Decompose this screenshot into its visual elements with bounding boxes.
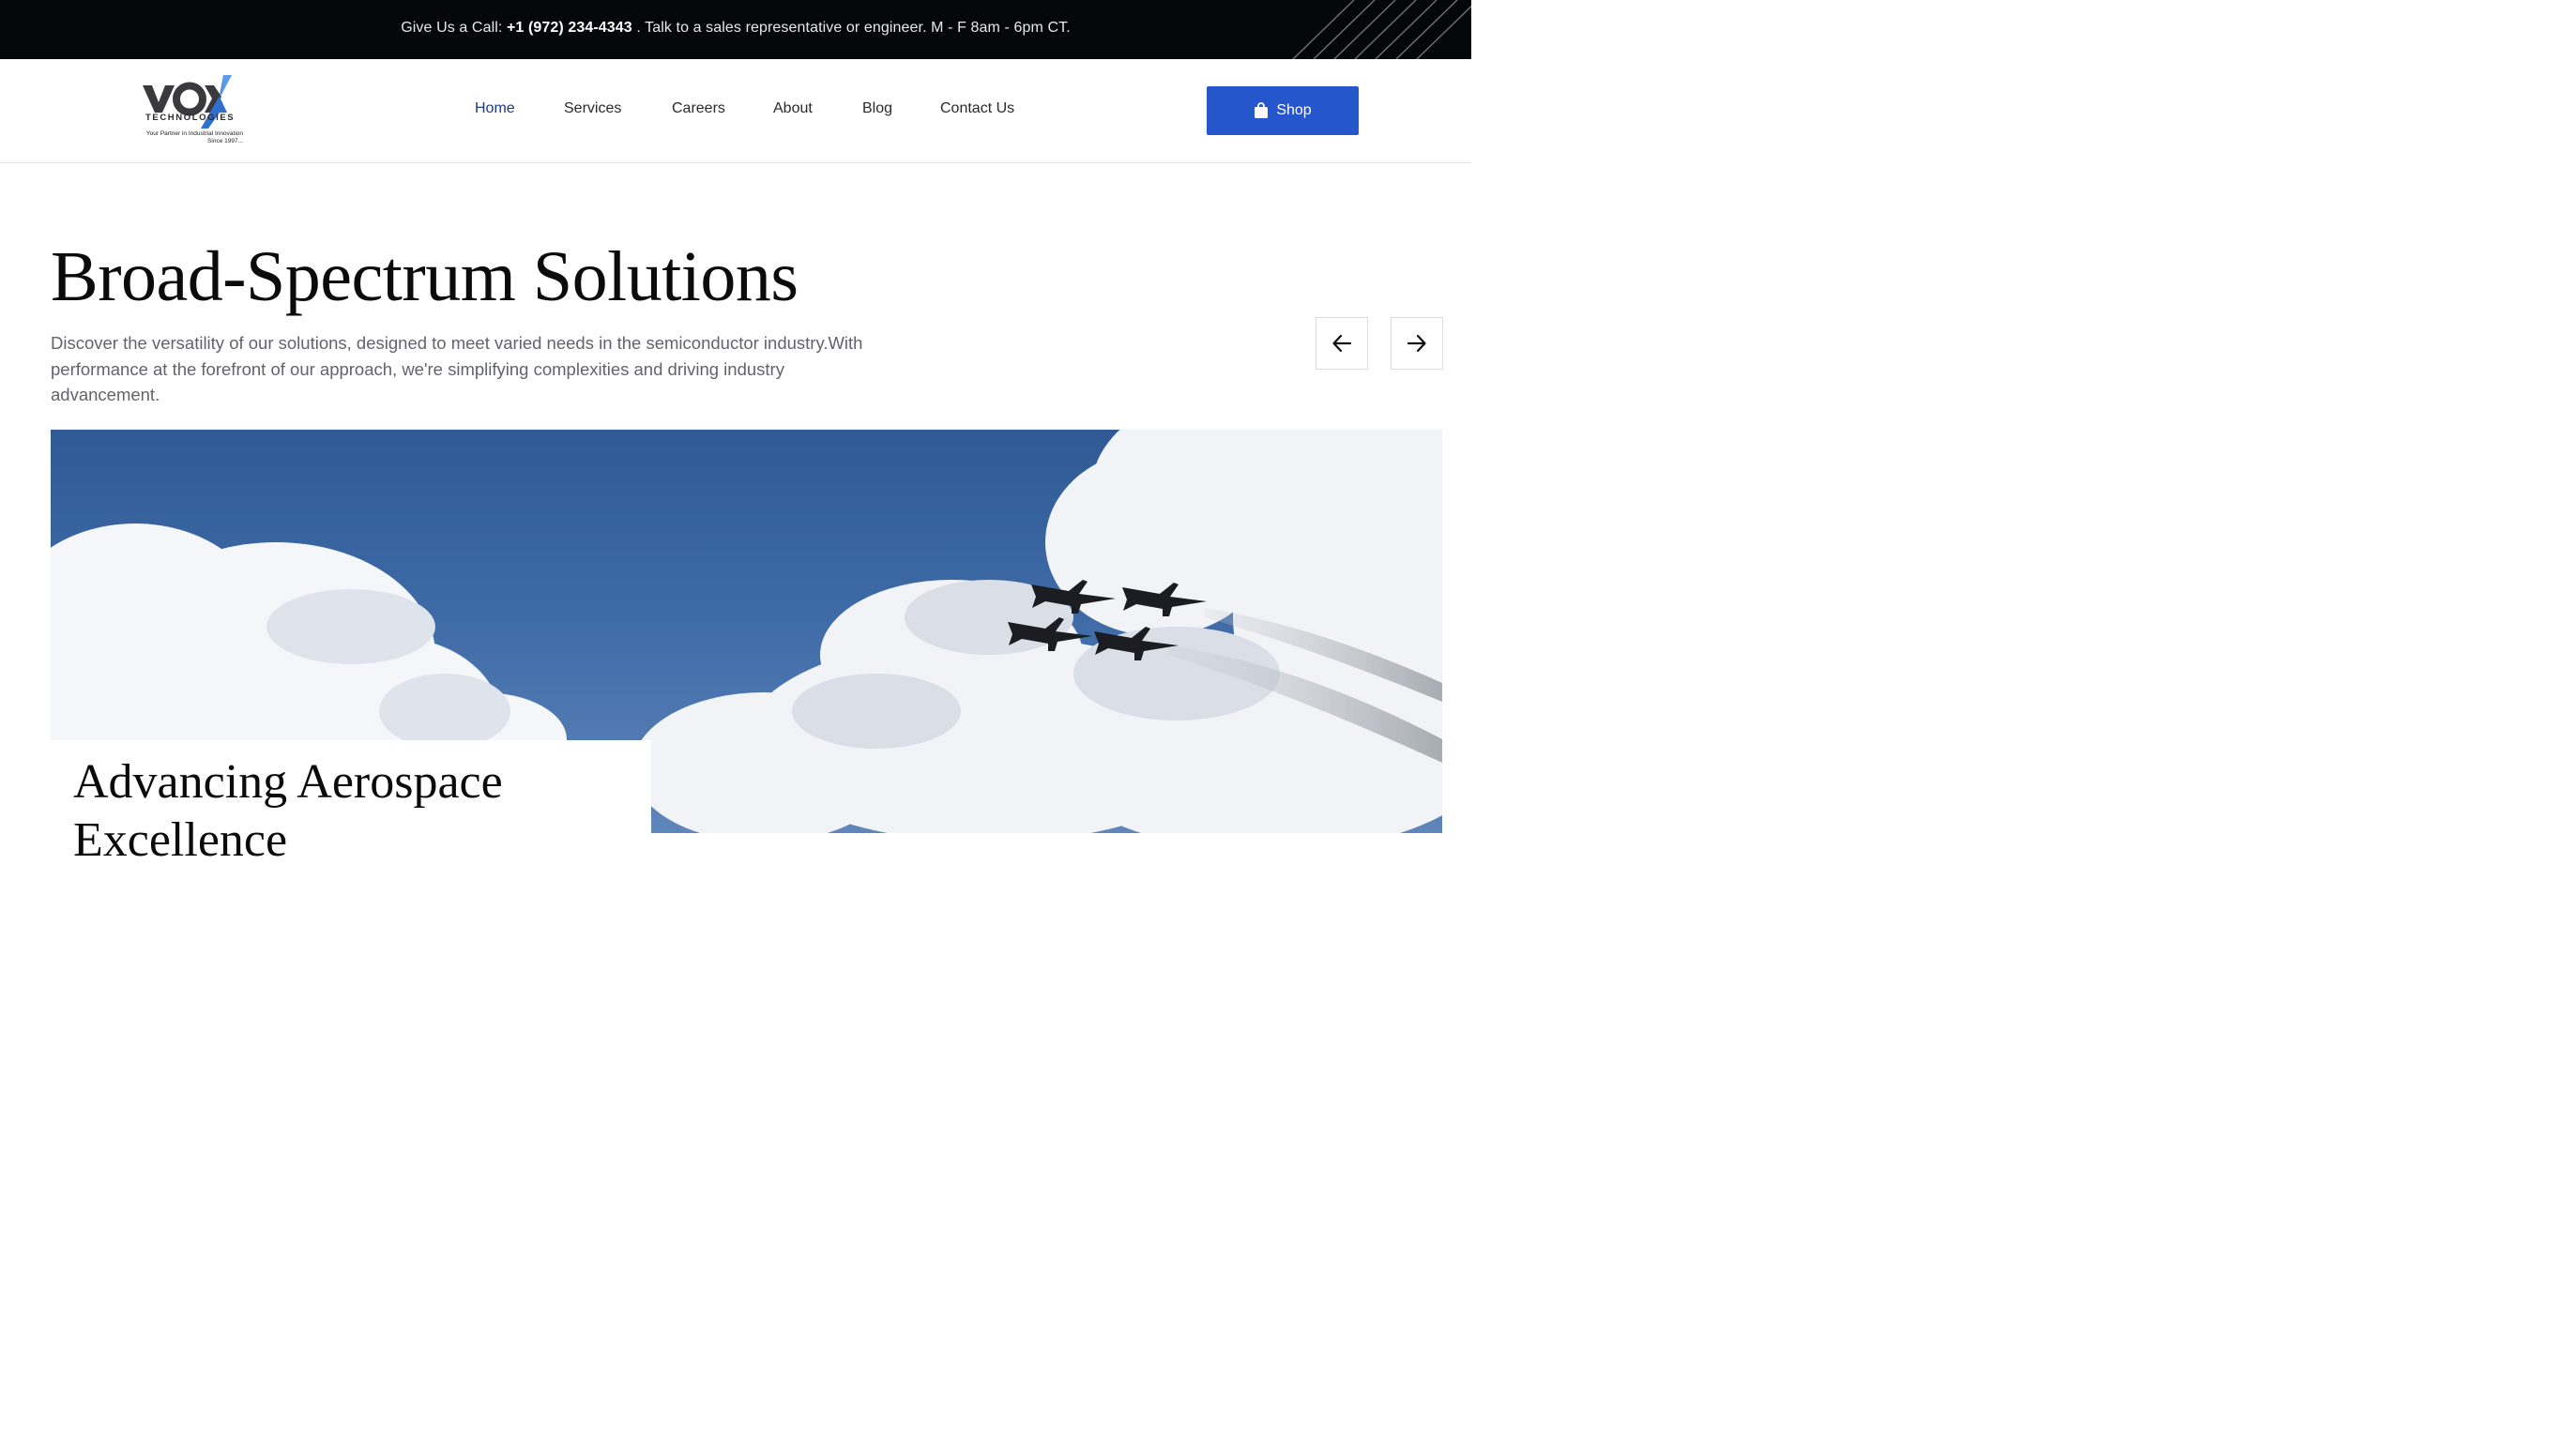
nav-blog[interactable]: Blog (862, 100, 892, 117)
tagline-line2: Since 1997... (207, 138, 243, 144)
slide-title: Advancing Aerospace Excellence (73, 755, 503, 867)
call-suffix: . Talk to a sales representative or engi… (636, 20, 1071, 36)
arrow-left-icon (1332, 334, 1352, 353)
vox-logo[interactable]: TECHNOLOGIES Your Partner in Industrial … (129, 72, 250, 149)
carousel-next-button[interactable] (1391, 317, 1443, 370)
announcement-bar: Give Us a Call: +1 (972) 234-4343 . Talk… (0, 0, 1471, 59)
slide-caption-card: Advancing Aerospace Excellence (51, 740, 651, 867)
logo-subtext: TECHNOLOGIES (145, 113, 236, 123)
section-title: Broad-Spectrum Solutions (51, 237, 799, 316)
section-description: Discover the versatility of our solution… (51, 333, 863, 404)
nav-contact-us[interactable]: Contact Us (940, 100, 1014, 117)
tagline-line1: Your Partner in Industrial Innovation (145, 130, 243, 137)
site-header: TECHNOLOGIES Your Partner in Industrial … (0, 59, 1471, 163)
contact-info: Give Us a Call: +1 (972) 234-4343 . Talk… (0, 20, 1471, 37)
shop-button[interactable]: Shop (1207, 86, 1359, 135)
nav-services[interactable]: Services (564, 100, 621, 117)
arrow-right-icon (1407, 334, 1426, 353)
nav-careers[interactable]: Careers (672, 100, 725, 117)
nav-home[interactable]: Home (475, 100, 515, 117)
phone-link[interactable]: +1 (972) 234-4343 (507, 20, 632, 36)
shop-label: Shop (1276, 102, 1312, 118)
shopping-bag-icon (1255, 102, 1269, 118)
logo-tagline: Your Partner in Industrial Innovation Si… (129, 130, 243, 145)
nav-about[interactable]: About (773, 100, 813, 117)
decorative-stripes (1292, 0, 1471, 59)
call-prefix: Give Us a Call: (401, 20, 503, 36)
carousel-prev-button[interactable] (1316, 317, 1368, 370)
